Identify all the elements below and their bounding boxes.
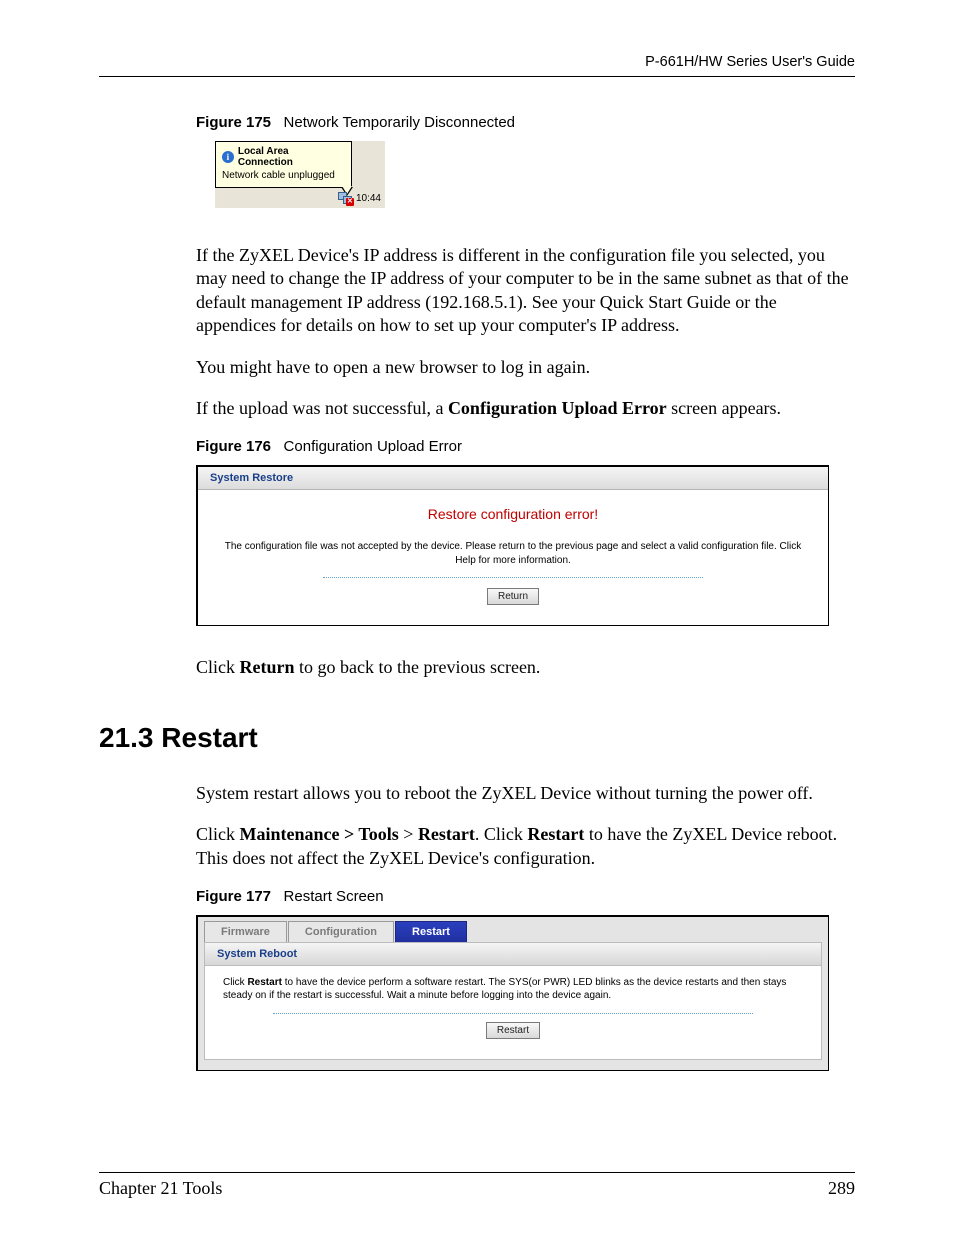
figure-177-panel: Firmware Configuration Restart System Re… xyxy=(196,915,829,1071)
figure-177-label: Figure 177 xyxy=(196,888,271,905)
text-bold: Return xyxy=(240,657,295,677)
text-run: screen appears. xyxy=(667,398,781,418)
text-run: Click xyxy=(196,824,240,844)
figure-177-caption: Figure 177 Restart Screen xyxy=(196,888,855,905)
figure-176-caption: Figure 176 Configuration Upload Error xyxy=(196,438,855,455)
tab-firmware[interactable]: Firmware xyxy=(204,921,287,942)
system-tray: ✕ 10:44 xyxy=(215,188,385,208)
text-run: If the upload was not successful, a xyxy=(196,398,448,418)
section-heading-restart: 21.3 Restart xyxy=(99,722,855,754)
paragraph-click-return: Click Return to go back to the previous … xyxy=(196,656,855,679)
divider xyxy=(323,577,703,578)
info-icon: i xyxy=(222,151,234,163)
text-run: Click xyxy=(223,977,247,988)
text-run: > xyxy=(399,824,418,844)
figure-175-caption: Figure 175 Network Temporarily Disconnec… xyxy=(196,114,855,131)
header-divider xyxy=(99,76,855,77)
balloon-subtitle: Network cable unplugged xyxy=(222,170,345,181)
figure-176-title: Configuration Upload Error xyxy=(284,438,462,455)
divider xyxy=(273,1013,753,1014)
figure-176-label: Figure 176 xyxy=(196,438,271,455)
text-bold: Configuration Upload Error xyxy=(448,398,667,418)
text-bold: Restart xyxy=(527,824,584,844)
paragraph-relogin: You might have to open a new browser to … xyxy=(196,356,855,379)
figure-175-title: Network Temporarily Disconnected xyxy=(284,114,515,131)
balloon-title: Local Area Connection xyxy=(238,146,345,168)
balloon-side-fill xyxy=(352,141,385,188)
return-button[interactable]: Return xyxy=(487,588,539,605)
network-disconnected-icon: ✕ xyxy=(338,192,352,204)
text-run: . Click xyxy=(475,824,528,844)
error-heading: Restore configuration error! xyxy=(208,506,818,522)
tabs-row: Firmware Configuration Restart xyxy=(198,917,828,942)
paragraph-restart-nav: Click Maintenance > Tools > Restart. Cli… xyxy=(196,823,855,870)
error-description: The configuration file was not accepted … xyxy=(216,540,810,567)
text-run: to have the device perform a software re… xyxy=(223,977,786,1002)
restart-button[interactable]: Restart xyxy=(486,1022,540,1039)
text-bold: Restart xyxy=(418,824,475,844)
figure-177-title: Restart Screen xyxy=(284,888,384,905)
text-run: Click xyxy=(196,657,240,677)
paragraph-ip-note: If the ZyXEL Device's IP address is diff… xyxy=(196,244,855,338)
footer-chapter: Chapter 21 Tools xyxy=(99,1178,222,1199)
figure-175-label: Figure 175 xyxy=(196,114,271,131)
reboot-description: Click Restart to have the device perform… xyxy=(223,976,803,1003)
network-balloon: i Local Area Connection Network cable un… xyxy=(215,141,352,188)
tab-restart[interactable]: Restart xyxy=(395,921,467,942)
text-bold: Restart xyxy=(247,977,281,988)
panel-title-system-reboot: System Reboot xyxy=(205,943,821,966)
figure-176-panel: System Restore Restore configuration err… xyxy=(196,465,829,626)
footer-page-number: 289 xyxy=(828,1178,855,1199)
figure-175-image: i Local Area Connection Network cable un… xyxy=(215,141,385,208)
footer-divider xyxy=(99,1172,855,1173)
paragraph-upload-error: If the upload was not successful, a Conf… xyxy=(196,397,855,420)
text-bold: Maintenance > Tools xyxy=(240,824,399,844)
tray-clock: 10:44 xyxy=(356,193,381,204)
tab-configuration[interactable]: Configuration xyxy=(288,921,394,942)
running-header: P-661H/HW Series User's Guide xyxy=(99,54,855,70)
text-run: to go back to the previous screen. xyxy=(295,657,541,677)
panel-title-system-restore: System Restore xyxy=(198,467,828,490)
paragraph-restart-intro: System restart allows you to reboot the … xyxy=(196,782,855,805)
